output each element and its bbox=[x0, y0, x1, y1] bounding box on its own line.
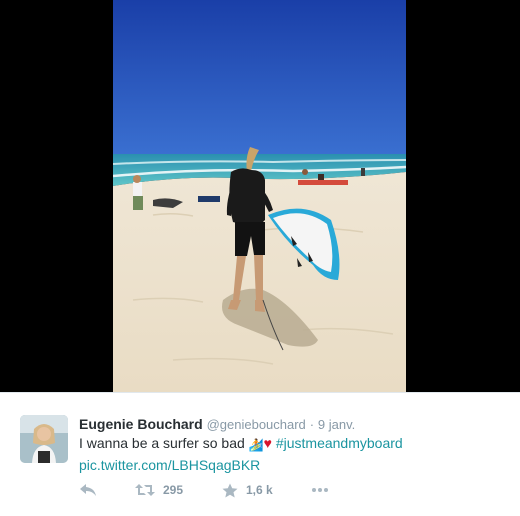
avatar[interactable] bbox=[20, 415, 68, 463]
tweet: Eugenie Bouchard @geniebouchard · 9 janv… bbox=[0, 392, 520, 516]
retweet-icon bbox=[135, 484, 155, 496]
more-icon bbox=[312, 488, 328, 492]
reply-icon bbox=[80, 484, 96, 496]
tweet-photo[interactable] bbox=[113, 0, 406, 392]
retweet-button[interactable]: 295 bbox=[135, 479, 183, 501]
retweet-count: 295 bbox=[163, 483, 184, 497]
tweet-text: I wanna be a surfer so bad 🏄♥ #justmeand… bbox=[79, 433, 499, 475]
heart-emoji-icon: ♥ bbox=[263, 435, 272, 451]
tweet-media[interactable] bbox=[0, 0, 520, 392]
favorite-button[interactable]: 1,6 k bbox=[222, 479, 273, 501]
surfer-emoji-icon: 🏄 bbox=[248, 438, 264, 452]
star-icon bbox=[222, 483, 238, 497]
favorite-count: 1,6 k bbox=[246, 483, 273, 497]
media-link[interactable]: pic.twitter.com/LBHSqagBKR bbox=[79, 457, 260, 473]
hashtag-link[interactable]: #justmeandmyboard bbox=[276, 435, 403, 451]
tweet-timestamp[interactable]: 9 janv. bbox=[318, 417, 355, 432]
separator: · bbox=[309, 417, 315, 432]
author-name[interactable]: Eugenie Bouchard bbox=[79, 416, 203, 432]
more-button[interactable] bbox=[311, 479, 329, 501]
tweet-actions: 295 1,6 k bbox=[79, 479, 499, 501]
tweet-header: Eugenie Bouchard @geniebouchard · 9 janv… bbox=[79, 415, 355, 434]
author-handle[interactable]: @geniebouchard bbox=[207, 417, 306, 432]
tweet-body: I wanna be a surfer so bad bbox=[79, 435, 245, 451]
reply-button[interactable] bbox=[79, 479, 97, 501]
